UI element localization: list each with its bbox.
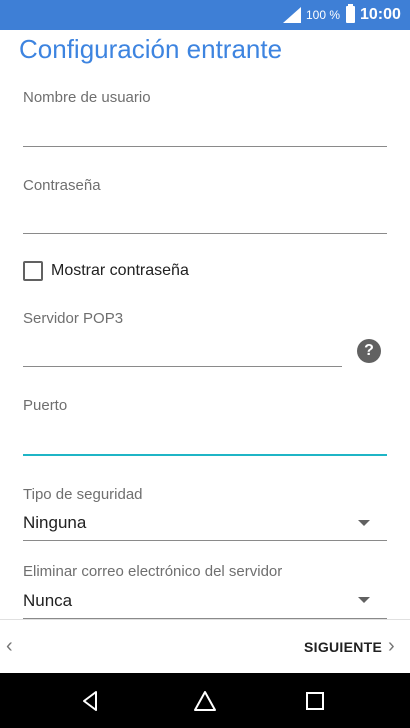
- port-underline: [23, 454, 387, 456]
- recent-apps-icon[interactable]: [302, 688, 328, 714]
- username-underline: [23, 146, 387, 147]
- home-icon[interactable]: [192, 688, 218, 714]
- password-underline: [23, 233, 387, 234]
- username-field[interactable]: [23, 118, 387, 144]
- status-bar: 100 % 10:00: [0, 0, 410, 30]
- server-field[interactable]: [23, 338, 342, 364]
- delete-label: Eliminar correo electrónico del servidor: [23, 563, 283, 580]
- battery-percent: 100 %: [306, 8, 341, 22]
- port-field[interactable]: [23, 425, 387, 451]
- clock: 10:00: [360, 6, 401, 23]
- back-icon[interactable]: [78, 688, 104, 714]
- next-chevron-icon[interactable]: ›: [388, 636, 404, 656]
- show-password-label[interactable]: Mostrar contraseña: [51, 262, 189, 280]
- server-label: Servidor POP3: [23, 310, 124, 327]
- footer-divider: [0, 619, 410, 620]
- security-label: Tipo de seguridad: [23, 486, 143, 503]
- signal-icon: [283, 7, 301, 23]
- navigation-bar: [0, 673, 410, 728]
- back-chevron-icon[interactable]: ‹: [6, 636, 22, 656]
- help-icon[interactable]: ?: [357, 339, 381, 363]
- delete-select[interactable]: Nunca: [23, 591, 72, 611]
- show-password-checkbox[interactable]: [23, 261, 43, 281]
- password-label: Contraseña: [23, 177, 101, 194]
- port-label: Puerto: [23, 397, 68, 414]
- chevron-down-icon[interactable]: [358, 520, 370, 526]
- server-underline: [23, 366, 342, 367]
- password-field[interactable]: [23, 205, 387, 231]
- battery-icon: [346, 4, 355, 23]
- chevron-down-icon[interactable]: [358, 597, 370, 603]
- next-button[interactable]: SIGUIENTE: [304, 639, 382, 655]
- page-title: Configuración entrante: [19, 34, 283, 64]
- username-label: Nombre de usuario: [23, 89, 151, 106]
- security-underline: [23, 540, 387, 541]
- security-select[interactable]: Ninguna: [23, 513, 86, 533]
